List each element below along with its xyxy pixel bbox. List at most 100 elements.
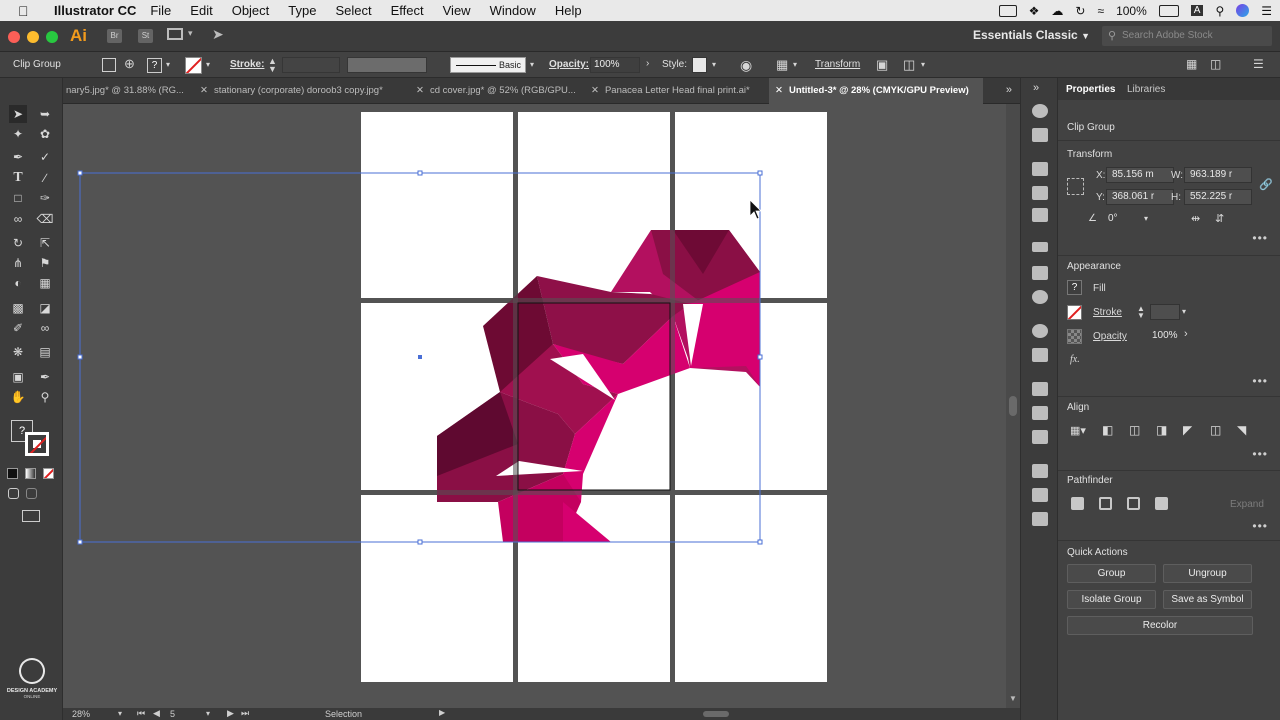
tab-properties[interactable]: Properties [1066, 84, 1115, 95]
input-source-icon[interactable]: A [1190, 5, 1204, 16]
close-icon[interactable]: ✕ [775, 85, 783, 96]
isolate-dropdown-icon[interactable]: ▾ [921, 60, 925, 69]
pen-tool-icon[interactable]: ✒ [9, 148, 27, 166]
handle-middle-right[interactable] [757, 354, 763, 360]
eraser-tool-icon[interactable]: ⌫ [36, 210, 54, 228]
notification-center-icon[interactable]: ☰ [1261, 4, 1272, 18]
vertical-scrollbar[interactable]: ▼ [1006, 104, 1020, 708]
search-stock-input[interactable]: Search Adobe Stock [1102, 26, 1272, 46]
save-as-symbol-button[interactable]: Save as Symbol [1163, 590, 1252, 609]
magic-wand-tool-icon[interactable]: ✦ [9, 125, 27, 143]
variable-width-profile[interactable] [347, 57, 427, 73]
handle-top-right[interactable] [757, 170, 763, 176]
app-name-menu[interactable]: Illustrator CC [54, 3, 136, 18]
brushes-panel-icon[interactable] [1032, 186, 1048, 200]
perspective-grid-tool-icon[interactable]: ▦ [36, 274, 54, 292]
stroke-panel-icon[interactable] [1032, 242, 1048, 252]
dropbox-icon[interactable]: ❖ [1029, 4, 1040, 18]
pathfinder-icon[interactable]: ◫ [1210, 57, 1221, 71]
slice-tool-icon[interactable]: ✒ [36, 368, 54, 386]
expand-button[interactable]: Expand [1230, 499, 1264, 510]
fill-dropdown-icon[interactable]: ▾ [166, 60, 170, 69]
tab-doc-5-active[interactable]: ✕ Untitled-3* @ 28% (CMYK/GPU Preview) [769, 78, 983, 104]
opacity-link[interactable]: Opacity [1093, 331, 1127, 342]
close-icon[interactable]: ✕ [591, 85, 599, 96]
none-mode-icon[interactable] [43, 468, 54, 479]
stroke-weight-stepper[interactable]: ▲ ▼ [268, 57, 277, 74]
handle-top-left[interactable] [77, 170, 83, 176]
menu-help[interactable]: Help [555, 3, 582, 18]
artboard-dropdown-icon[interactable]: ▾ [206, 709, 210, 718]
tabs-overflow-icon[interactable]: » [1006, 84, 1012, 96]
close-window-button[interactable] [8, 31, 20, 43]
width-field[interactable]: 963.189 r [1184, 167, 1252, 183]
rotate-tool-icon[interactable]: ↻ [9, 234, 27, 252]
stroke-weight-field[interactable] [282, 57, 340, 73]
handle-bottom-left[interactable] [77, 539, 83, 545]
handle-middle-left[interactable] [77, 354, 83, 360]
artboard-tool-icon[interactable]: ▣ [9, 368, 27, 386]
export-panel-icon[interactable] [1032, 406, 1048, 420]
column-graph-tool-icon[interactable]: ▤ [36, 343, 54, 361]
shape-builder-tool-icon[interactable]: ◐ [9, 274, 27, 292]
pathfinder-panel-icon[interactable] [1032, 512, 1048, 526]
color-mode-icon[interactable] [7, 468, 18, 479]
spotlight-search-icon[interactable]: ⚲ [1215, 4, 1224, 18]
collapse-dock-icon[interactable]: » [1033, 82, 1039, 94]
zoom-tool-icon[interactable]: ⚲ [36, 388, 54, 406]
status-menu-arrow-icon[interactable]: ▶ [439, 708, 445, 717]
zoom-window-button[interactable] [46, 31, 58, 43]
more-options-icon[interactable]: ••• [1252, 231, 1268, 245]
wifi-icon[interactable]: ≈ [1097, 4, 1104, 18]
flip-vertical-icon[interactable]: ⇵ [1215, 212, 1224, 225]
stroke-weight-dropdown-icon[interactable]: ▾ [1182, 307, 1186, 316]
gradient-mode-icon[interactable] [25, 468, 36, 479]
selection-tool-icon[interactable]: ➤ [9, 105, 27, 123]
tab-doc-3[interactable]: ✕ cd cover.jpg* @ 52% (RGB/GPU... [414, 78, 587, 104]
puppet-warp-tool-icon[interactable]: ⚑ [36, 254, 54, 272]
minimize-window-button[interactable] [27, 31, 39, 43]
close-icon[interactable]: ✕ [416, 85, 424, 96]
distribute-icon[interactable]: ▣ [876, 57, 888, 73]
constrain-proportions-icon[interactable]: 🔗 [1259, 178, 1273, 191]
height-field[interactable]: 552.225 r [1184, 189, 1252, 205]
fx-button[interactable]: fx. [1070, 354, 1080, 365]
appearance-stroke-weight-field[interactable] [1150, 304, 1180, 320]
edit-clip-path-icon[interactable] [102, 58, 116, 72]
polygon-artwork[interactable] [63, 104, 1006, 708]
pathfinder-more-icon[interactable]: ••• [1252, 519, 1268, 533]
align-panel-icon[interactable] [1032, 464, 1048, 478]
menu-select[interactable]: Select [335, 3, 371, 18]
panel-menu-icon[interactable]: ☰ [1253, 57, 1264, 71]
zoom-dropdown-icon[interactable]: ▾ [118, 709, 122, 718]
align-dropdown-icon[interactable]: ▾ [793, 60, 797, 69]
stroke-link[interactable]: Stroke [1093, 307, 1122, 318]
align-options-icon[interactable]: ▦ [776, 57, 788, 73]
stroke-dropdown-icon[interactable]: ▾ [206, 60, 210, 69]
last-artboard-icon[interactable]: ⏭ [241, 708, 249, 719]
flip-horizontal-icon[interactable]: ⇹ [1191, 212, 1200, 225]
zoom-level-field[interactable]: 28% [72, 709, 90, 719]
previous-artboard-icon[interactable]: ◀ [153, 708, 160, 719]
menu-type[interactable]: Type [288, 3, 316, 18]
align-to-icon[interactable]: ▦▾ [1070, 424, 1086, 437]
siri-icon[interactable] [1236, 4, 1250, 17]
handle-top-middle[interactable] [417, 170, 423, 176]
curvature-tool-icon[interactable]: ✓ [36, 148, 54, 166]
opacity-checker-icon[interactable] [1067, 329, 1082, 344]
align-left-icon[interactable]: ◧ [1102, 423, 1113, 437]
eyedropper-tool-icon[interactable]: ✐ [9, 319, 27, 337]
scroll-down-arrow-icon[interactable]: ▼ [1009, 694, 1017, 703]
align-right-icon[interactable]: ◨ [1156, 423, 1167, 437]
hand-tool-icon[interactable]: ✋ [9, 388, 27, 406]
symbol-sprayer-tool-icon[interactable]: ❋ [9, 343, 27, 361]
opacity-chevron-icon[interactable]: › [646, 58, 649, 69]
minus-front-icon[interactable] [1099, 497, 1112, 510]
appearance-panel-icon[interactable] [1032, 324, 1048, 338]
align-more-icon[interactable]: ••• [1252, 447, 1268, 461]
isolate-group-button[interactable]: Isolate Group [1067, 590, 1156, 609]
swatches-panel-icon[interactable] [1032, 162, 1048, 176]
brush-definition-field[interactable]: Basic [450, 57, 526, 73]
unite-icon[interactable] [1071, 497, 1084, 510]
type-tool-icon[interactable]: T [9, 169, 27, 187]
